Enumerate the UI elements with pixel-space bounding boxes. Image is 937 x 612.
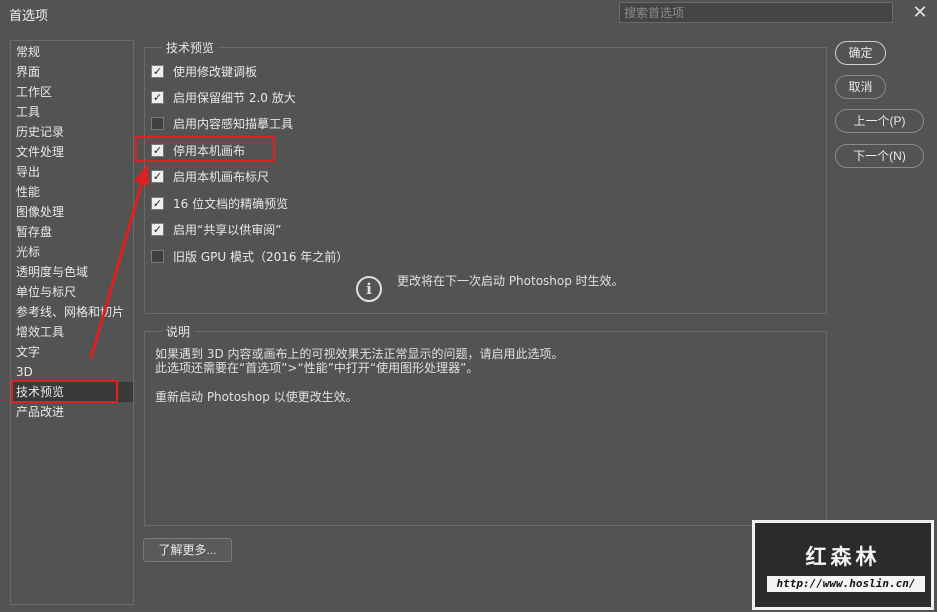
watermark-url: http://www.hoslin.cn/ bbox=[767, 576, 925, 592]
watermark-title: 红森林 bbox=[805, 545, 881, 569]
watermark-logo: 红森林 http://www.hoslin.cn/ bbox=[752, 520, 934, 610]
